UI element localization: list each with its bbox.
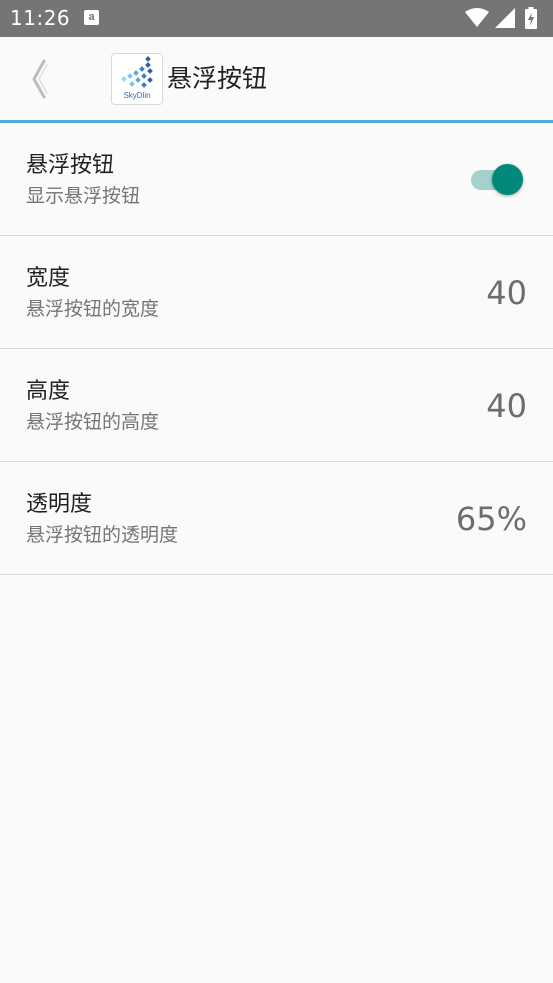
- notification-glyph: a: [88, 11, 95, 23]
- status-icons: [465, 7, 545, 29]
- setting-row-width[interactable]: 宽度 悬浮按钮的宽度 40: [0, 236, 553, 349]
- app-logo: SkyDlin: [111, 53, 163, 105]
- setting-title: 透明度: [26, 492, 93, 517]
- setting-summary: 显示悬浮按钮: [26, 185, 141, 207]
- chevron-left-icon: [32, 59, 48, 99]
- status-bar: 11:26 a: [0, 0, 553, 37]
- status-time: 11:26: [10, 6, 71, 30]
- show-float-button-switch[interactable]: [471, 163, 525, 195]
- setting-summary: 悬浮按钮的透明度: [26, 524, 179, 546]
- back-button[interactable]: [22, 57, 62, 101]
- keyboard-notification-icon: a: [84, 10, 99, 25]
- setting-value-opacity: 65%: [455, 500, 527, 538]
- setting-value-height: 40: [486, 387, 527, 425]
- setting-value-width: 40: [486, 274, 527, 312]
- logo-mark-icon: [121, 56, 153, 88]
- setting-title: 宽度: [26, 266, 71, 291]
- setting-summary: 悬浮按钮的高度: [26, 411, 160, 433]
- app-bar: SkyDlin 悬浮按钮: [0, 37, 553, 121]
- signal-icon: [495, 8, 515, 28]
- settings-list: 悬浮按钮 显示悬浮按钮 宽度 悬浮按钮的宽度 40 高度 悬浮按钮的高度 40 …: [0, 123, 553, 575]
- setting-title: 高度: [26, 379, 71, 404]
- battery-charging-icon: [525, 7, 537, 29]
- setting-summary: 悬浮按钮的宽度: [26, 298, 160, 320]
- page-title: 悬浮按钮: [167, 64, 268, 93]
- switch-thumb: [492, 164, 523, 195]
- setting-row-show-float-button[interactable]: 悬浮按钮 显示悬浮按钮: [0, 123, 553, 236]
- setting-title: 悬浮按钮: [26, 153, 115, 178]
- setting-row-opacity[interactable]: 透明度 悬浮按钮的透明度 65%: [0, 462, 553, 575]
- wifi-icon: [465, 8, 489, 27]
- setting-row-height[interactable]: 高度 悬浮按钮的高度 40: [0, 349, 553, 462]
- logo-text: SkyDlin: [123, 91, 151, 100]
